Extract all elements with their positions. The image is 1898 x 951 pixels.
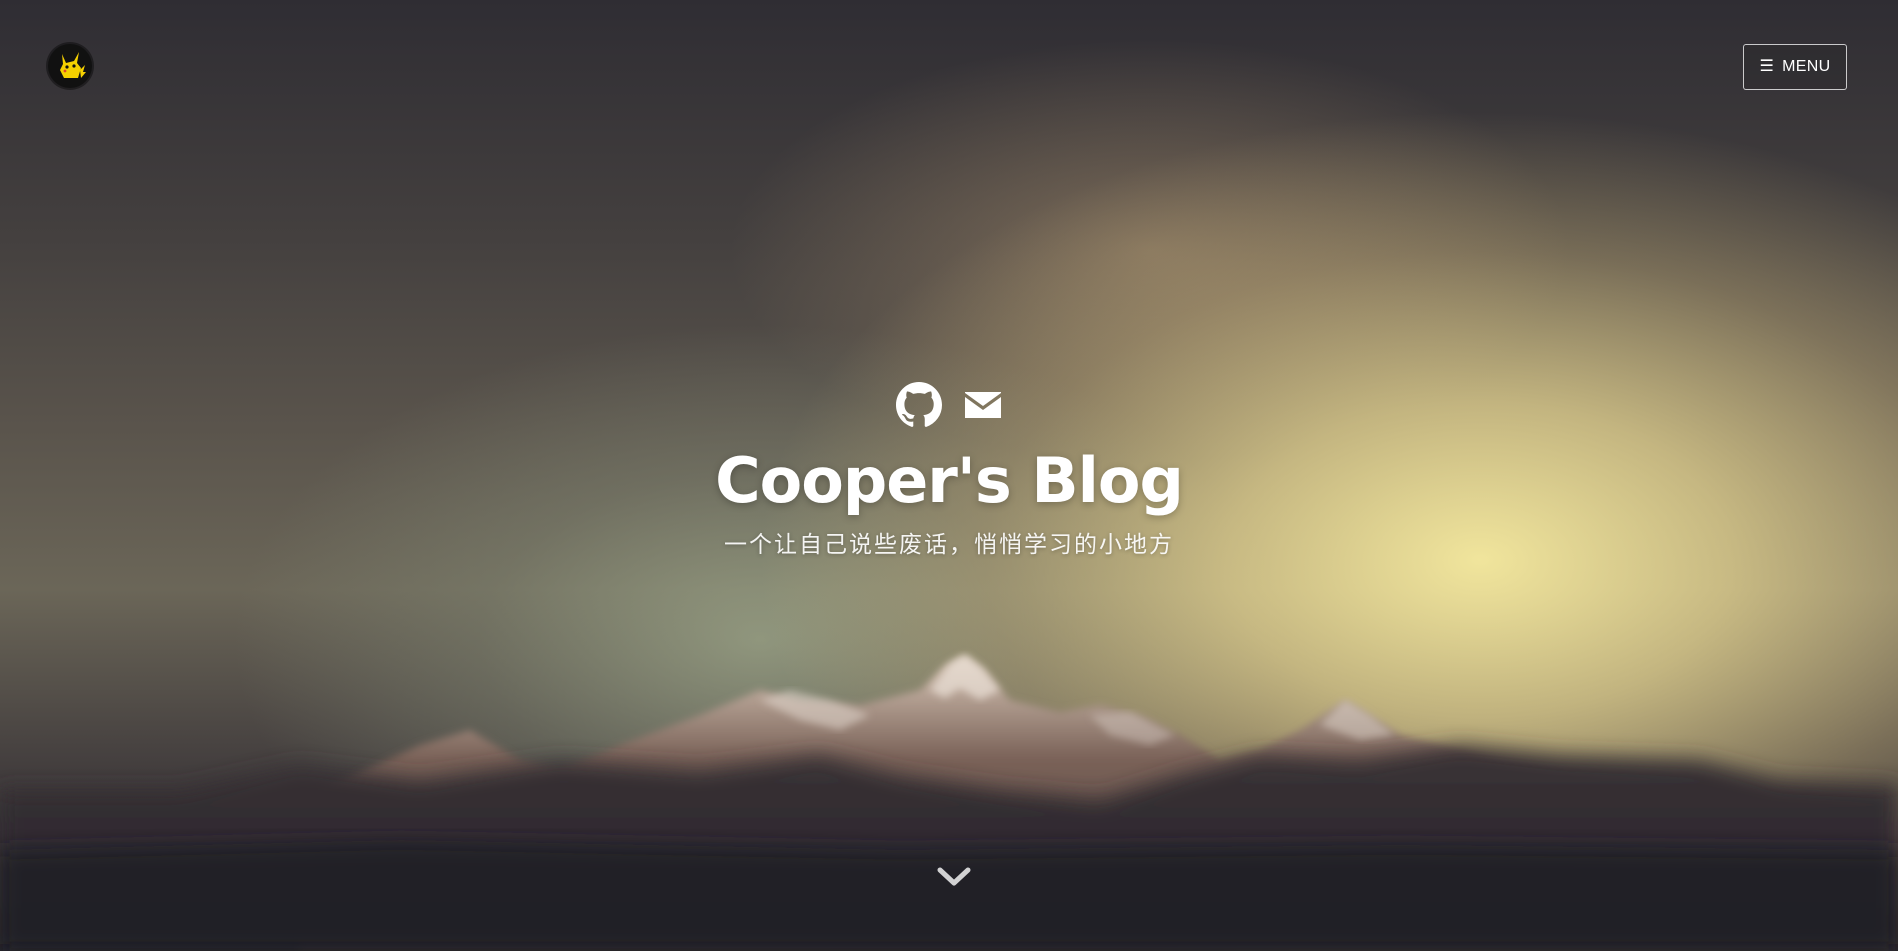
site-title: Cooper's Blog (715, 444, 1184, 517)
chevron-down-icon (937, 867, 971, 886)
hamburger-icon: ☰ (1759, 58, 1775, 75)
mail-icon (965, 392, 1001, 418)
hero-content: Cooper's Blog 一个让自己说些废话，悄悄学习的小地方 (0, 380, 1898, 559)
email-link[interactable] (964, 391, 1002, 419)
site-subtitle: 一个让自己说些废话，悄悄学习的小地方 (724, 532, 1174, 559)
hero-section: ☰ MENU Cooper's Blog 一个让自己说些废话，悄悄学习的小地方 (0, 0, 1898, 951)
menu-label: MENU (1782, 58, 1831, 75)
social-links (896, 380, 1002, 430)
scroll-down-button[interactable] (936, 862, 972, 892)
menu-button[interactable]: ☰ MENU (1743, 44, 1847, 90)
site-logo[interactable] (48, 44, 92, 88)
pikachu-icon (60, 52, 86, 78)
github-link[interactable] (896, 382, 942, 428)
github-icon (896, 382, 942, 427)
